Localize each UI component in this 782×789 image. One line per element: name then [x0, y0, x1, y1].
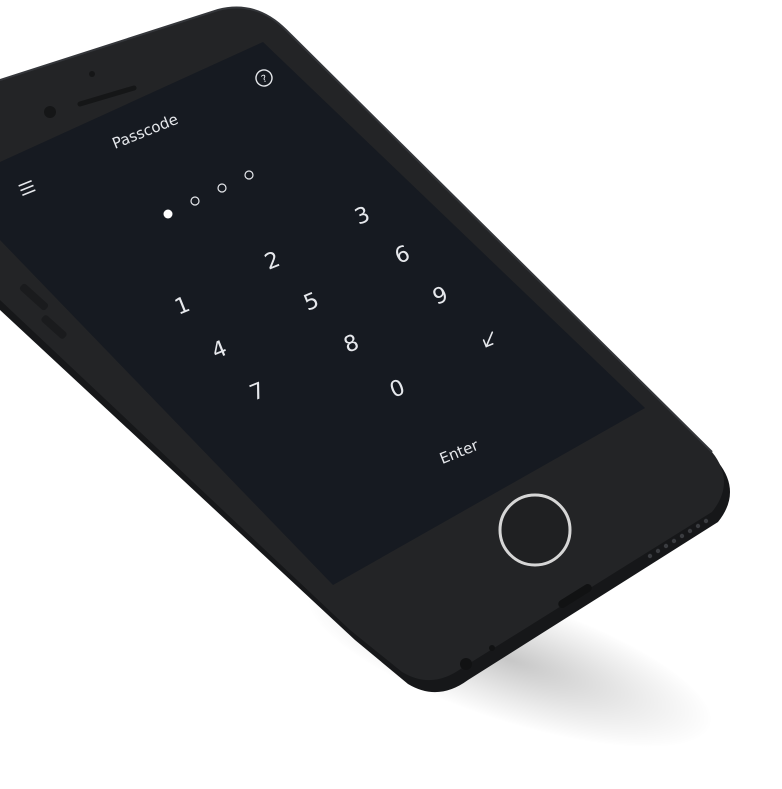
- device-mockup: Passcode ? 1 2 3 4 5 6 7 8 9 0 Enter: [0, 0, 782, 789]
- front-camera: [44, 106, 56, 118]
- passcode-dot-filled: [163, 209, 173, 219]
- proximity-sensor: [89, 71, 95, 77]
- home-button[interactable]: [498, 493, 572, 567]
- phone-illustration: Passcode ? 1 2 3 4 5 6 7 8 9 0 Enter: [0, 6, 730, 693]
